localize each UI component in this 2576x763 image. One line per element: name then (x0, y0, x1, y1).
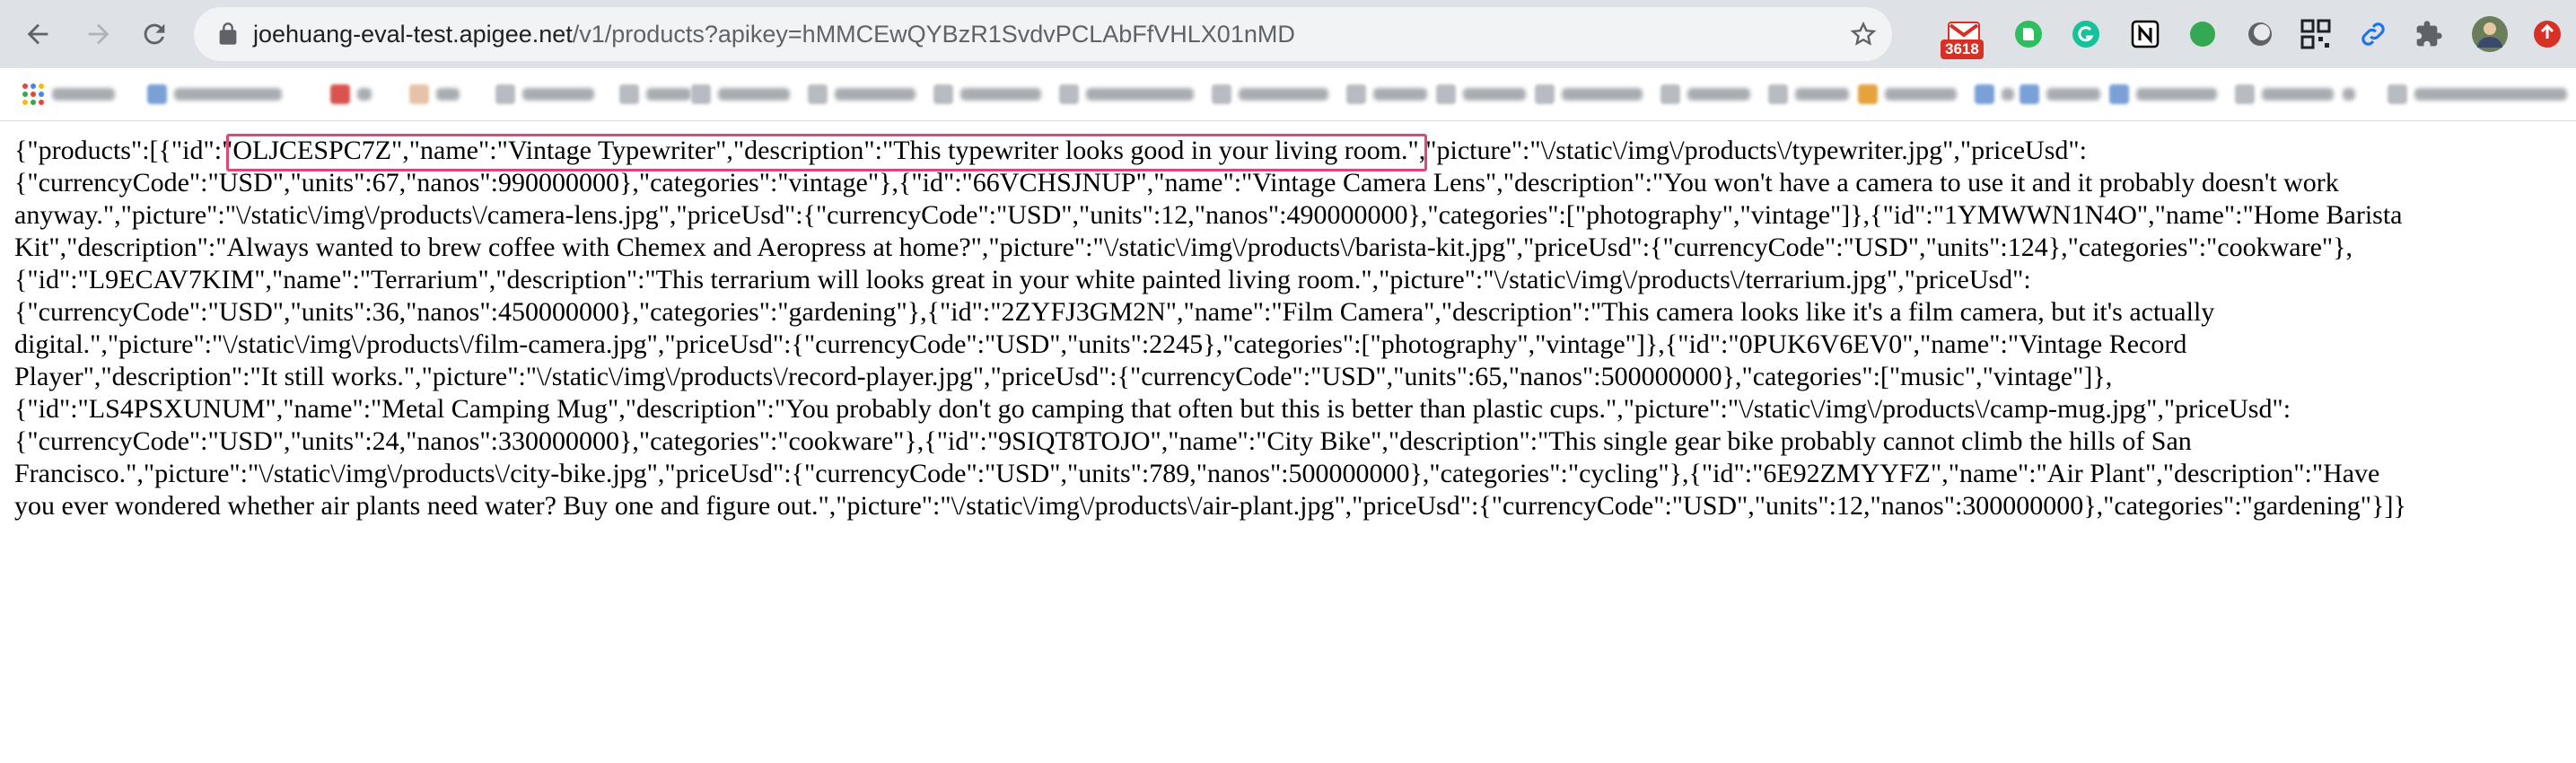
forward-button[interactable] (79, 14, 118, 54)
bookmarks-bar (0, 68, 2576, 121)
gmail-badge: 3618 (1941, 39, 1984, 59)
json-line: {"id":"L9ECAV7KIM","name":"Terrarium","d… (14, 265, 2031, 294)
highlight-box (226, 134, 1427, 171)
bookmark-item[interactable] (1535, 83, 1643, 106)
update-icon (2534, 21, 2561, 48)
bookmark-item[interactable] (2343, 83, 2355, 106)
bookmark-item[interactable] (1212, 83, 1328, 106)
bookmark-item[interactable] (2388, 83, 2567, 106)
profile-button[interactable] (2470, 14, 2510, 54)
grammarly-extension[interactable] (2068, 16, 2104, 52)
url-host: joehuang-eval-test.apigee.net (253, 21, 573, 48)
address-bar[interactable]: joehuang-eval-test.apigee.net/v1/product… (194, 7, 1892, 61)
back-icon (27, 23, 48, 45)
bookmark-item[interactable] (2109, 83, 2217, 106)
bookmark-item[interactable] (2235, 83, 2334, 106)
bookmark-item[interactable] (808, 83, 916, 106)
bookmark-item[interactable] (691, 83, 790, 106)
extensions-button[interactable] (2411, 16, 2447, 52)
bookmark-item[interactable] (1346, 83, 1427, 106)
json-line: {"currencyCode":"USD","units":24,"nanos"… (14, 426, 2192, 456)
json-line: {"currencyCode":"USD","units":36,"nanos"… (14, 297, 2215, 327)
link-extension[interactable] (2355, 16, 2391, 52)
toggle-icon (2248, 22, 2272, 46)
avatar (2472, 16, 2508, 52)
bookmark-item[interactable] (2020, 83, 2100, 106)
toggle-extension[interactable] (2242, 16, 2278, 52)
lock-icon (219, 22, 237, 45)
bookmark-item[interactable] (1858, 83, 1957, 106)
json-line: Kit","description":"Always wanted to bre… (14, 232, 2353, 262)
grammarly-icon (2072, 21, 2099, 48)
bookmark-item[interactable] (409, 83, 460, 106)
reload-button[interactable] (135, 14, 174, 54)
json-line: {"id":"LS4PSXUNUM","name":"Metal Camping… (14, 394, 2291, 424)
back-button[interactable] (18, 14, 57, 54)
json-line: you ever wondered whether air plants nee… (14, 491, 2406, 521)
notion-extension[interactable] (2127, 16, 2163, 52)
url-path: /v1/products?apikey=hMMCEwQYBzR1SvdvPCLA… (572, 21, 1295, 48)
bookmark-item[interactable] (933, 83, 1041, 106)
json-line: digital.","picture":"\/static\/img\/prod… (14, 329, 2187, 359)
star-icon[interactable] (1849, 20, 1878, 48)
bookmark-item[interactable] (1059, 83, 1194, 106)
apps-icon (22, 83, 44, 105)
puzzle-icon (2416, 21, 2442, 47)
bookmark-item[interactable] (1660, 83, 1750, 106)
green-circle-icon (2190, 22, 2215, 47)
json-line: Player","description":"It still works.",… (14, 362, 2113, 391)
forward-icon (88, 23, 110, 45)
json-line: {"currencyCode":"USD","units":67,"nanos"… (14, 168, 2339, 197)
bookmark-item[interactable] (1975, 83, 2014, 106)
evernote-extension[interactable] (2011, 16, 2046, 52)
bookmark-item[interactable] (147, 83, 282, 106)
evernote-icon (2015, 21, 2042, 48)
link-icon (2361, 22, 2385, 46)
qr-icon (2300, 19, 2331, 49)
qr-extension[interactable] (2298, 16, 2334, 52)
bookmark-item[interactable] (330, 83, 372, 106)
json-response: {"products":[{"id":"OLJCESPC7Z","name":"… (14, 135, 2563, 522)
json-line: Francisco.","picture":"\/static\/img\/pr… (14, 459, 2380, 488)
bookmark-item[interactable] (495, 83, 594, 106)
url-text: joehuang-eval-test.apigee.net/v1/product… (253, 7, 1295, 61)
bookmark-item[interactable] (619, 83, 691, 106)
bookmark-item[interactable] (1768, 83, 1849, 106)
reload-icon (144, 23, 165, 45)
json-line: anyway.","picture":"\/static\/img\/produ… (14, 200, 2403, 230)
notion-icon (2131, 20, 2160, 48)
update-button[interactable] (2529, 16, 2565, 52)
bookmark-item[interactable] (1436, 83, 1526, 106)
browser-toolbar: joehuang-eval-test.apigee.net/v1/product… (0, 0, 2576, 68)
apps-shortcut[interactable] (22, 83, 115, 106)
green-extension[interactable] (2185, 16, 2221, 52)
